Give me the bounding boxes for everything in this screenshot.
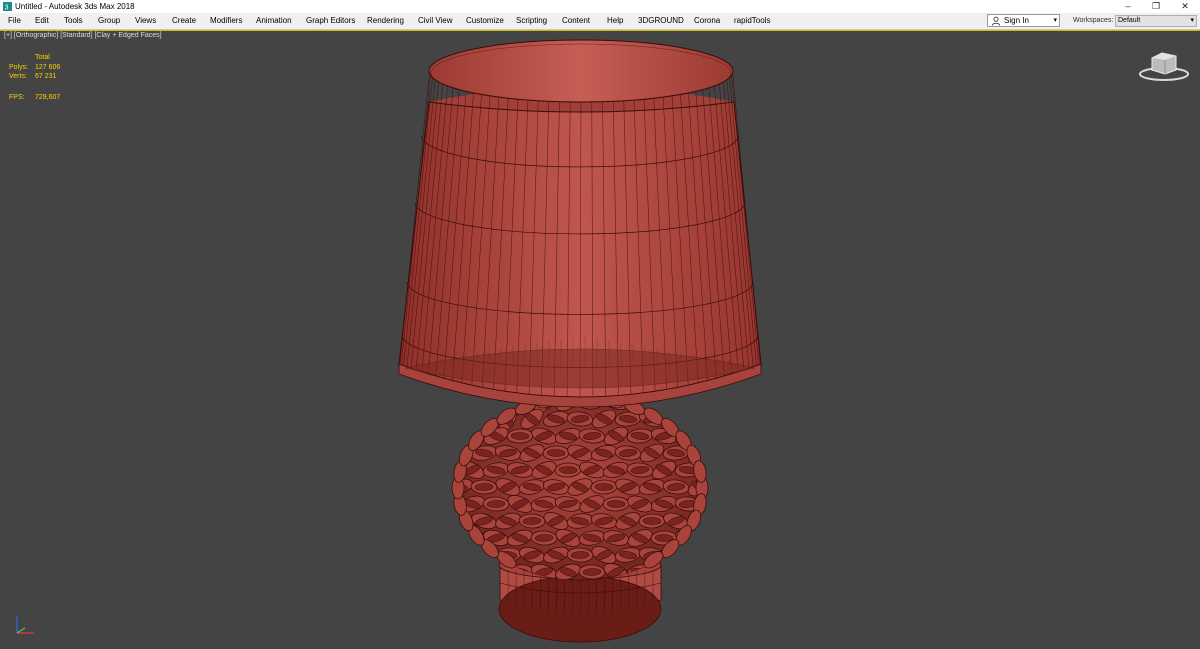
menu-customize[interactable]: Customize <box>466 13 504 29</box>
sign-in-label: Sign In <box>1004 16 1029 25</box>
lamp-model[interactable] <box>0 30 1200 649</box>
sign-in-dropdown[interactable]: Sign In ▾ <box>987 14 1060 27</box>
lamp-mesh <box>398 39 762 643</box>
menu-modifiers[interactable]: Modifiers <box>210 13 242 29</box>
menu-civil-view[interactable]: Civil View <box>418 13 453 29</box>
menu-help[interactable]: Help <box>607 13 623 29</box>
svg-text:3: 3 <box>5 5 9 12</box>
workspaces-label: Workspaces: <box>1073 17 1114 24</box>
menu-views[interactable]: Views <box>135 13 156 29</box>
menu-3dground[interactable]: 3DGROUND <box>638 13 684 29</box>
stats-total-header: Total <box>35 54 50 61</box>
chevron-down-icon: ▾ <box>1190 17 1194 24</box>
menu-content[interactable]: Content <box>562 13 590 29</box>
menu-file[interactable]: File <box>8 13 21 29</box>
axis-tripod-icon <box>16 616 34 634</box>
stats-polys-value: 127 606 <box>35 64 61 71</box>
close-button[interactable]: ✕ <box>1170 0 1200 13</box>
restore-button[interactable]: ❐ <box>1141 0 1171 13</box>
menu-create[interactable]: Create <box>172 13 196 29</box>
menu-tools[interactable]: Tools <box>64 13 83 29</box>
menu-group[interactable]: Group <box>98 13 120 29</box>
viewcube-icon[interactable] <box>1137 48 1191 84</box>
stats-verts-value: 67 231 <box>35 73 57 80</box>
minimize-button[interactable]: – <box>1113 0 1143 13</box>
stats-fps-value: 729,607 <box>35 94 61 101</box>
viewport-label[interactable]: [+] [Orthographic] [Standard] [Clay + Ed… <box>4 32 162 39</box>
window-title: Untitled - Autodesk 3ds Max 2018 <box>15 2 135 11</box>
menu-rapidtools[interactable]: rapidTools <box>734 13 770 29</box>
menu-edit[interactable]: Edit <box>35 13 49 29</box>
menu-scripting[interactable]: Scripting <box>516 13 547 29</box>
chevron-down-icon: ▾ <box>1053 17 1057 24</box>
workspaces-value: Default <box>1118 17 1141 24</box>
stats-fps-label: FPS: <box>9 94 25 101</box>
menu-corona[interactable]: Corona <box>694 13 720 29</box>
3ds-max-logo-icon: 3 <box>3 2 12 11</box>
title-bar: 3 Untitled - Autodesk 3ds Max 2018 – ❐ ✕ <box>0 0 1200 13</box>
person-icon <box>991 16 1001 26</box>
menu-graph-editors[interactable]: Graph Editors <box>306 13 355 29</box>
menu-animation[interactable]: Animation <box>256 13 292 29</box>
stats-verts-label: Verts: <box>9 73 27 80</box>
stats-polys-label: Polys: <box>9 64 29 71</box>
workspaces-select[interactable]: Default ▾ <box>1115 15 1197 27</box>
menu-rendering[interactable]: Rendering <box>367 13 404 29</box>
